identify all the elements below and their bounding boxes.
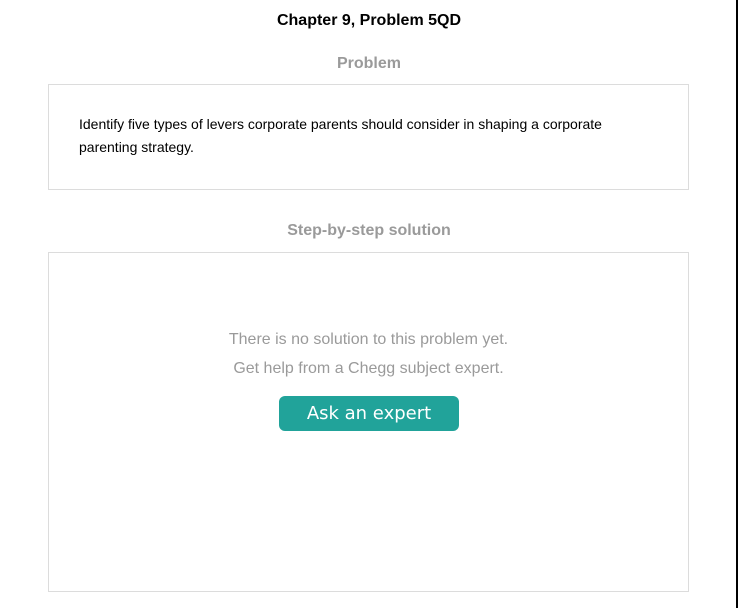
problem-heading: Problem — [336, 55, 401, 72]
solution-heading: Step-by-step solution — [287, 222, 451, 239]
problem-text: Identify five types of levers corporate … — [79, 116, 602, 155]
ask-expert-button[interactable]: Ask an expert — [279, 396, 459, 431]
expert-help-message: Get help from a Chegg subject expert. — [233, 360, 504, 377]
page-title: Chapter 9, Problem 5QD — [276, 12, 462, 29]
solution-box: There is no solution to this problem yet… — [48, 252, 689, 592]
problem-box: Identify five types of levers corporate … — [48, 84, 689, 190]
no-solution-message: There is no solution to this problem yet… — [228, 331, 509, 348]
